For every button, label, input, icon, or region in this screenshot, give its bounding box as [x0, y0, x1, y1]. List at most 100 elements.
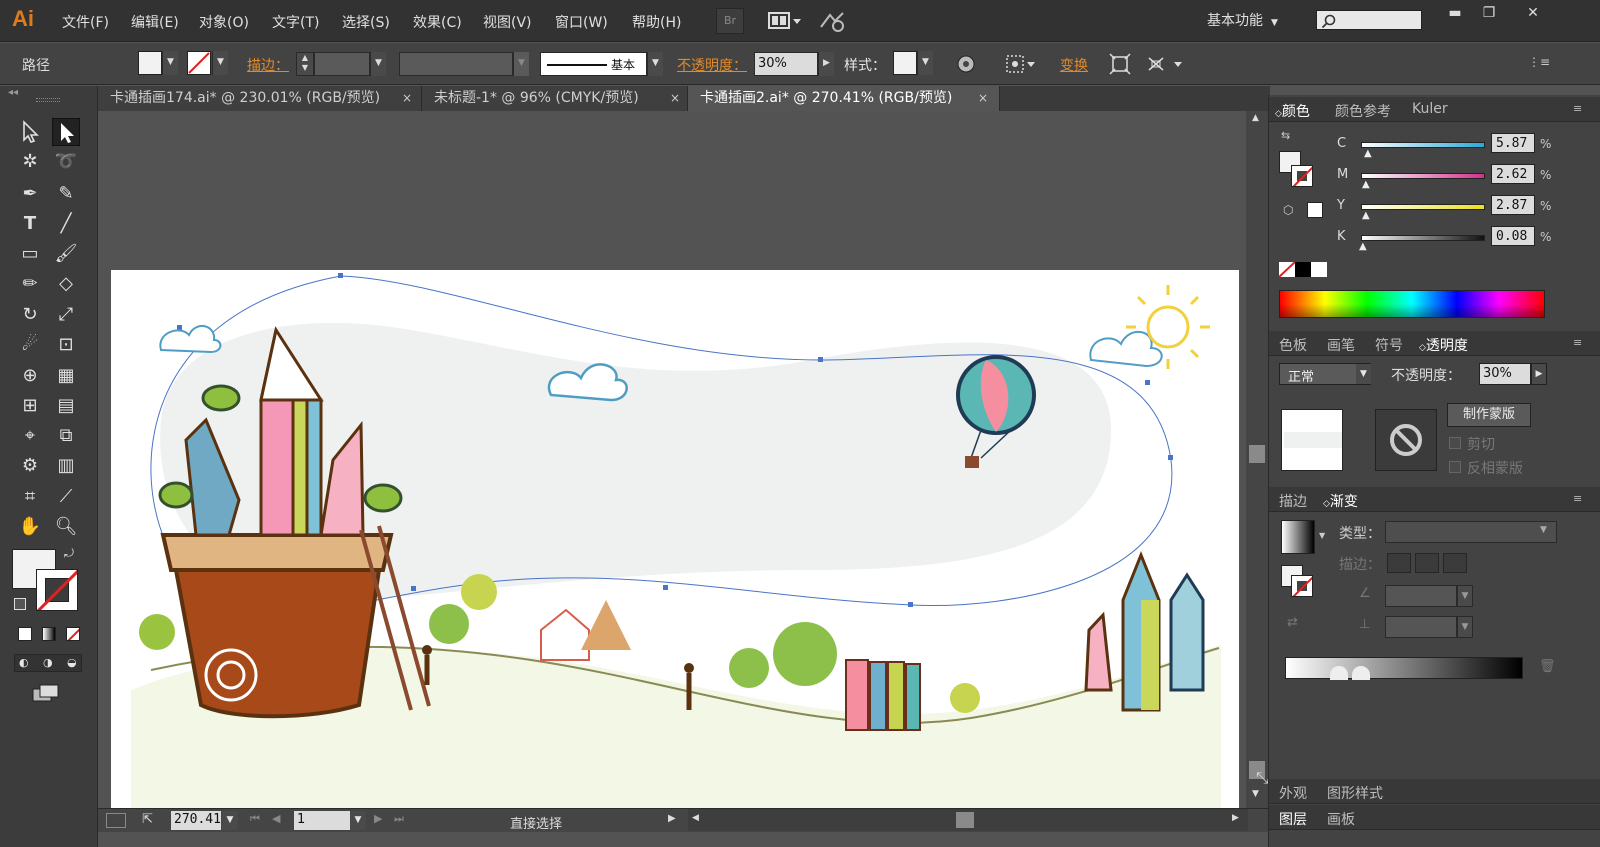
default-colors-icon[interactable]: [14, 598, 26, 610]
draw-inside-icon[interactable]: ◒: [67, 656, 77, 669]
paintbrush-tool-icon[interactable]: 🖌: [52, 240, 80, 268]
fill-swatch[interactable]: [138, 51, 162, 75]
vertical-scrollbar[interactable]: ▲ ▼: [1246, 111, 1268, 808]
type-tool-icon[interactable]: T: [16, 210, 44, 238]
menu-view[interactable]: 视图(V): [483, 12, 532, 32]
lasso-tool-icon[interactable]: ➰: [52, 148, 80, 176]
tab-document-3[interactable]: 卡通插画2.ai* @ 270.41% (RGB/预览) ×: [688, 86, 1000, 111]
mesh-tool-icon[interactable]: ⊞: [16, 392, 44, 420]
eyedropper-tool-icon[interactable]: ⌖: [16, 422, 44, 450]
isolation-mode-icon[interactable]: [1146, 53, 1188, 75]
tab-gradient[interactable]: ◇渐变: [1323, 491, 1358, 511]
graphic-style-arrow[interactable]: ▼: [917, 51, 933, 75]
scroll-left-icon[interactable]: ◀: [692, 813, 699, 823]
transparency-opacity-input[interactable]: 30%: [1479, 363, 1531, 385]
artboard-tool-icon[interactable]: ⌗: [16, 483, 44, 511]
opacity-label[interactable]: 不透明度：: [677, 55, 747, 75]
make-mask-button[interactable]: 制作蒙版: [1447, 403, 1531, 427]
symbol-sprayer-tool-icon[interactable]: ⚙: [16, 452, 44, 480]
tab-swatches[interactable]: 色板: [1279, 335, 1307, 355]
gradient-stroke-swatch[interactable]: [1291, 575, 1313, 597]
color-mode-button[interactable]: [18, 627, 32, 641]
variable-width-arrow[interactable]: ▼: [513, 52, 529, 76]
black-input[interactable]: 0.08: [1491, 226, 1535, 246]
gradient-stop-opacity[interactable]: [1330, 666, 1348, 680]
clip-checkbox[interactable]: [1449, 437, 1461, 449]
column-graph-tool-icon[interactable]: ▥: [52, 452, 80, 480]
variable-width-dropdown[interactable]: [399, 52, 513, 76]
magenta-slider-handle[interactable]: ▲: [1362, 179, 1370, 190]
shape-builder-tool-icon[interactable]: ⊕: [16, 362, 44, 390]
menu-file[interactable]: 文件(F): [62, 12, 109, 32]
tab-color-guide[interactable]: 颜色参考: [1335, 101, 1391, 121]
white-swatch[interactable]: [1311, 262, 1327, 277]
close-tab-icon[interactable]: ×: [978, 86, 988, 110]
cyan-slider[interactable]: [1361, 142, 1485, 148]
gradient-angle-arrow[interactable]: ▼: [1457, 585, 1473, 607]
gradient-slider[interactable]: [1285, 657, 1523, 680]
minimize-button[interactable]: ▬: [1436, 4, 1474, 24]
artboard-dropdown-arrow[interactable]: ▼: [350, 811, 366, 830]
artboard[interactable]: [111, 270, 1239, 808]
gradient-tool-icon[interactable]: ▤: [52, 392, 80, 420]
horizontal-scroll-thumb[interactable]: [956, 812, 974, 828]
maximize-button[interactable]: ❐: [1470, 4, 1508, 24]
cyan-slider-handle[interactable]: ▲: [1364, 148, 1372, 159]
tab-color[interactable]: ◇颜色: [1275, 101, 1310, 121]
none-swatch[interactable]: [1279, 262, 1295, 277]
magic-wand-tool-icon[interactable]: ✲: [16, 148, 44, 176]
stroke-dropdown-arrow[interactable]: ▼: [212, 51, 228, 75]
black-slider-handle[interactable]: ▲: [1359, 241, 1367, 252]
cyan-input[interactable]: 5.87: [1491, 133, 1535, 153]
gpu-performance-icon[interactable]: [818, 9, 848, 33]
panel-menu-icon[interactable]: ⋮≡: [1528, 55, 1550, 73]
prev-artboard-icon[interactable]: ◀: [272, 812, 280, 825]
tab-brushes[interactable]: 画笔: [1327, 335, 1355, 355]
blend-tool-icon[interactable]: ⧉: [52, 422, 80, 450]
drawing-mode-group[interactable]: ◐ ◑ ◒: [14, 654, 82, 672]
panel-stroke-swatch[interactable]: [1291, 165, 1313, 187]
yellow-slider-handle[interactable]: ▲: [1362, 210, 1370, 221]
scroll-up-icon[interactable]: ▲: [1252, 113, 1259, 123]
status-menu-arrow[interactable]: ▶: [668, 813, 676, 824]
recolor-artwork-icon[interactable]: [955, 53, 977, 75]
stroke-gradient-along-button[interactable]: [1415, 553, 1439, 573]
brush-dropdown-arrow[interactable]: ▼: [647, 52, 663, 76]
blend-mode-dropdown[interactable]: 正常 ▼: [1279, 363, 1371, 385]
tab-stroke[interactable]: 描边: [1279, 491, 1307, 511]
next-artboard-icon[interactable]: ▶: [374, 812, 382, 825]
zoom-dropdown-arrow[interactable]: ▼: [222, 811, 238, 830]
last-artboard-icon[interactable]: ⏭: [394, 812, 404, 826]
artboard-number-input[interactable]: 1: [294, 811, 350, 830]
transparency-opacity-arrow[interactable]: ▶: [1531, 363, 1547, 385]
yellow-input[interactable]: 2.87: [1491, 195, 1535, 215]
warp-tool-icon[interactable]: ☄: [16, 331, 44, 359]
aspect-ratio-input[interactable]: [1385, 616, 1457, 638]
reverse-gradient-icon[interactable]: ⇄: [1287, 615, 1298, 630]
stroke-weight-field[interactable]: [314, 52, 370, 76]
gradient-preview-swatch[interactable]: [1281, 520, 1315, 554]
draw-normal-icon[interactable]: ◐: [19, 656, 29, 669]
swap-colors-icon[interactable]: ⇆: [1281, 129, 1290, 142]
arrange-documents-icon[interactable]: [768, 10, 802, 32]
yellow-slider[interactable]: [1361, 204, 1485, 210]
search-input[interactable]: [1316, 10, 1422, 30]
graphic-style-swatch[interactable]: [893, 51, 917, 75]
tab-layers[interactable]: 图层: [1279, 809, 1307, 829]
transparency-panel-menu-icon[interactable]: ≡: [1573, 336, 1582, 349]
share-icon[interactable]: ⇱: [142, 812, 153, 827]
isolate-object-icon[interactable]: [1109, 53, 1131, 75]
tab-appearance[interactable]: 外观: [1279, 783, 1307, 803]
horizontal-scrollbar[interactable]: ◀ ▶: [688, 809, 1248, 831]
tab-symbols[interactable]: 符号: [1375, 335, 1403, 355]
menu-edit[interactable]: 编辑(E): [131, 12, 179, 32]
object-thumbnail[interactable]: [1281, 409, 1343, 471]
gradient-stop-midpoint[interactable]: [1352, 666, 1370, 680]
stroke-weight-dropdown[interactable]: ▼: [370, 52, 386, 76]
eraser-tool-icon[interactable]: ◇: [52, 270, 80, 298]
collapse-toolbox-icon[interactable]: ◂◂: [8, 87, 18, 98]
swap-fill-stroke-icon[interactable]: ⤾: [64, 546, 74, 561]
draw-behind-icon[interactable]: ◑: [43, 656, 53, 669]
align-to-selection-icon[interactable]: [1005, 53, 1037, 75]
pen-tool-icon[interactable]: ✒: [16, 180, 44, 208]
